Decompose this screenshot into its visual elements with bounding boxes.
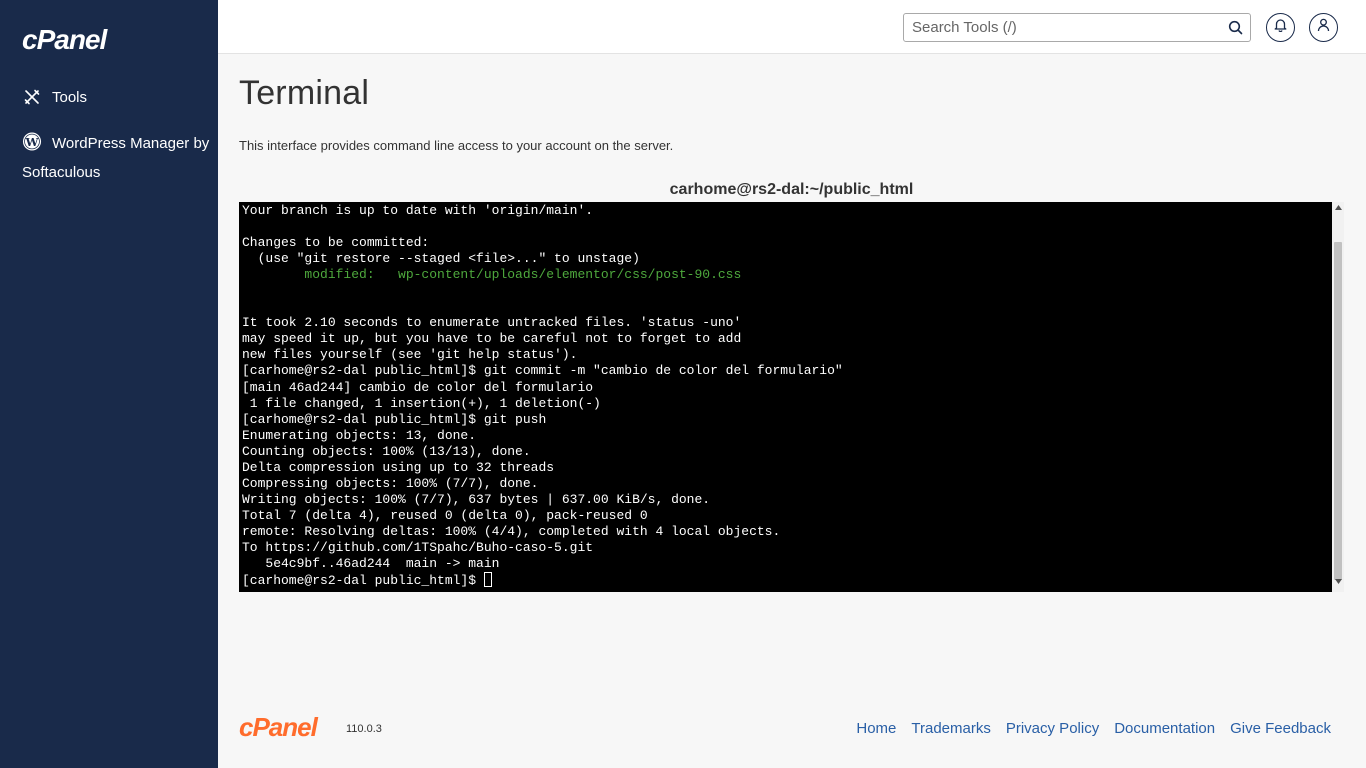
terminal-line: Counting objects: 100% (13/13), done. — [242, 443, 531, 459]
sidebar-item-label: Tools — [52, 88, 88, 106]
terminal-prompt-line: [carhome@rs2-dal public_html]$ — [242, 572, 843, 588]
search-input[interactable] — [904, 14, 1250, 41]
footer-link-home[interactable]: Home — [856, 720, 896, 737]
sidebar-item-tools[interactable]: Tools — [22, 86, 87, 108]
terminal-line: 1 file changed, 1 insertion(+), 1 deleti… — [242, 395, 601, 411]
sidebar-item-label: WordPress Manager by Softaculous — [22, 135, 210, 181]
user-menu-button[interactable] — [1309, 13, 1338, 42]
terminal-line: It took 2.10 seconds to enumerate untrac… — [242, 315, 742, 331]
version-number: 110.0.3 — [346, 723, 382, 735]
terminal-line: Compressing objects: 100% (7/7), done. — [242, 475, 539, 491]
footer-cpanel-logo[interactable]: cPanel — [239, 712, 318, 743]
terminal[interactable]: Your branch is up to date with 'origin/m… — [239, 202, 1332, 592]
terminal-line: remote: Resolving deltas: 100% (4/4), co… — [242, 523, 781, 539]
terminal-line: Changes to be committed: — [242, 235, 430, 251]
footer-link-privacy-policy[interactable]: Privacy Policy — [1006, 720, 1099, 737]
footer-link-documentation[interactable]: Documentation — [1114, 720, 1215, 737]
sidebar: cPanel Tools W WordPress Manager by Soft… — [0, 0, 218, 768]
svg-text:W: W — [25, 135, 39, 149]
footer-link-trademarks[interactable]: Trademarks — [911, 720, 990, 737]
cpanel-logo[interactable]: cPanel — [22, 24, 107, 56]
terminal-cursor — [483, 572, 492, 588]
terminal-scrollbar[interactable] — [1332, 202, 1344, 592]
terminal-title: carhome@rs2-dal:~/public_html — [669, 181, 914, 198]
terminal-line: Enumerating objects: 13, done. — [242, 427, 477, 443]
terminal-line: new files yourself (see 'git help status… — [242, 347, 578, 363]
terminal-line: Your branch is up to date with 'origin/m… — [242, 203, 594, 218]
footer-link-give-feedback[interactable]: Give Feedback — [1230, 720, 1331, 737]
scrollbar-thumb[interactable] — [1334, 242, 1342, 580]
terminal-prompt: [carhome@rs2-dal public_html]$ — [242, 573, 484, 589]
terminal-line: Writing objects: 100% (7/7), 637 bytes |… — [242, 491, 711, 507]
search-box — [903, 13, 1251, 42]
terminal-line: may speed it up, but you have to be care… — [242, 331, 742, 347]
search-icon[interactable] — [1228, 20, 1243, 35]
terminal-line: modified: wp-content/uploads/elementor/c… — [242, 267, 742, 283]
tools-icon — [22, 87, 42, 107]
footer-links: Home Trademarks Privacy Policy Documenta… — [856, 720, 1331, 737]
terminal-line: Delta compression using up to 32 threads — [242, 459, 555, 475]
terminal-line: [carhome@rs2-dal public_html]$ git commi… — [242, 363, 843, 379]
scroll-up-arrow-icon[interactable] — [1332, 205, 1344, 215]
terminal-line: [carhome@rs2-dal public_html]$ git push — [242, 411, 547, 427]
notifications-button[interactable] — [1266, 13, 1295, 42]
terminal-line: [main 46ad244] cambio de color del formu… — [242, 379, 594, 395]
terminal-line: Total 7 (delta 4), reused 0 (delta 0), p… — [242, 507, 648, 523]
terminal-line: To https://github.com/1TSpahc/Buho-caso-… — [242, 539, 594, 555]
terminal-line: (use "git restore --staged <file>..." to… — [242, 251, 640, 267]
terminal-line: 5e4c9bf..46ad244 main -> main — [242, 556, 500, 572]
page-title: Terminal — [239, 74, 370, 112]
top-header — [218, 0, 1366, 54]
terminal-output: Your branch is up to date with 'origin/m… — [242, 203, 843, 588]
sidebar-item-wordpress-manager[interactable]: W WordPress Manager by Softaculous — [22, 129, 212, 187]
page-description: This interface provides command line acc… — [239, 138, 674, 153]
scroll-down-arrow-icon[interactable] — [1332, 579, 1344, 589]
wordpress-icon: W — [22, 132, 42, 152]
bell-icon — [1274, 18, 1287, 37]
user-icon — [1317, 18, 1330, 37]
